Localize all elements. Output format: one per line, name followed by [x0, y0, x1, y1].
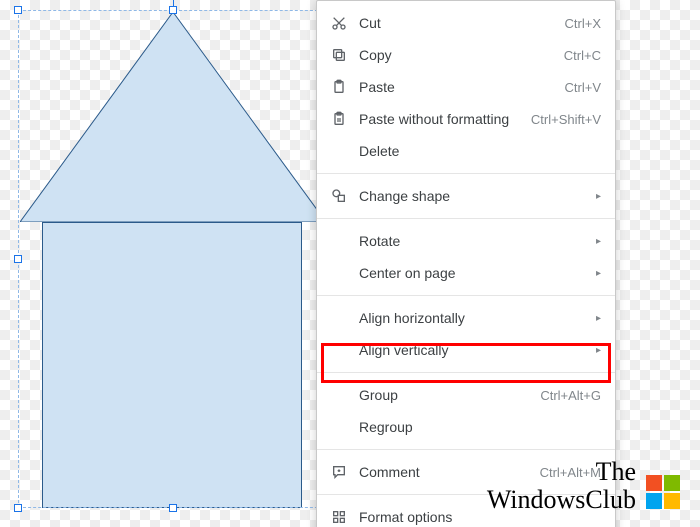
watermark-line2: WindowsClub	[487, 486, 636, 513]
menu-separator	[317, 372, 615, 373]
menu-paste[interactable]: Paste Ctrl+V	[317, 71, 615, 103]
watermark-text: The WindowsClub	[487, 458, 636, 513]
copy-icon	[331, 47, 359, 63]
resize-handle-ml[interactable]	[14, 255, 22, 263]
menu-rotate[interactable]: Rotate ▸	[317, 225, 615, 257]
menu-cut-label: Cut	[359, 15, 565, 31]
menu-separator	[317, 449, 615, 450]
menu-paste-wf-shortcut: Ctrl+Shift+V	[531, 112, 601, 127]
paste-icon	[331, 79, 359, 95]
chevron-right-icon: ▸	[596, 313, 601, 324]
menu-change-shape[interactable]: Change shape ▸	[317, 180, 615, 212]
menu-align-v-label: Align vertically	[359, 342, 588, 358]
menu-group-label: Group	[359, 387, 540, 403]
format-options-icon	[331, 509, 359, 525]
cut-icon	[331, 15, 359, 31]
context-menu: Cut Ctrl+X Copy Ctrl+C Paste Ctrl+V Past…	[316, 0, 616, 527]
change-shape-icon	[331, 188, 359, 204]
chevron-right-icon: ▸	[596, 236, 601, 247]
menu-paste-wf-label: Paste without formatting	[359, 111, 531, 127]
resize-handle-bl[interactable]	[14, 504, 22, 512]
menu-copy[interactable]: Copy Ctrl+C	[317, 39, 615, 71]
menu-copy-label: Copy	[359, 47, 564, 63]
paste-plain-icon	[331, 111, 359, 127]
menu-delete[interactable]: Delete	[317, 135, 615, 167]
menu-group-shortcut: Ctrl+Alt+G	[540, 388, 601, 403]
resize-handle-tm[interactable]	[169, 6, 177, 14]
menu-separator	[317, 295, 615, 296]
chevron-right-icon: ▸	[596, 268, 601, 279]
menu-cut[interactable]: Cut Ctrl+X	[317, 7, 615, 39]
menu-copy-shortcut: Ctrl+C	[564, 48, 601, 63]
chevron-right-icon: ▸	[596, 191, 601, 202]
resize-handle-bm[interactable]	[169, 504, 177, 512]
menu-paste-without-formatting[interactable]: Paste without formatting Ctrl+Shift+V	[317, 103, 615, 135]
menu-align-horizontally[interactable]: Align horizontally ▸	[317, 302, 615, 334]
menu-paste-shortcut: Ctrl+V	[565, 80, 601, 95]
watermark: The WindowsClub	[487, 458, 680, 513]
menu-cut-shortcut: Ctrl+X	[565, 16, 601, 31]
menu-center-label: Center on page	[359, 265, 588, 281]
windows-logo-icon	[646, 475, 680, 509]
menu-separator	[317, 173, 615, 174]
comment-icon	[331, 464, 359, 480]
menu-regroup[interactable]: Regroup	[317, 411, 615, 443]
menu-rotate-label: Rotate	[359, 233, 588, 249]
menu-paste-label: Paste	[359, 79, 565, 95]
menu-group[interactable]: Group Ctrl+Alt+G	[317, 379, 615, 411]
resize-handle-tl[interactable]	[14, 6, 22, 14]
chevron-right-icon: ▸	[596, 345, 601, 356]
menu-center-on-page[interactable]: Center on page ▸	[317, 257, 615, 289]
menu-align-vertically[interactable]: Align vertically ▸	[317, 334, 615, 366]
menu-delete-label: Delete	[359, 143, 601, 159]
menu-separator	[317, 218, 615, 219]
menu-change-shape-label: Change shape	[359, 188, 588, 204]
selection-outline	[18, 10, 328, 508]
menu-align-h-label: Align horizontally	[359, 310, 588, 326]
menu-regroup-label: Regroup	[359, 419, 601, 435]
watermark-line1: The	[487, 458, 636, 485]
